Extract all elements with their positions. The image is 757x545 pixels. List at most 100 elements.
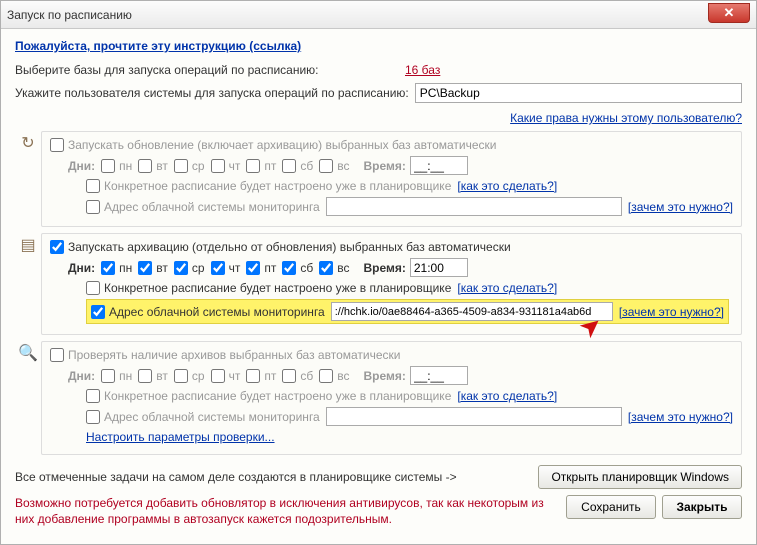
update-day-mon[interactable] (101, 159, 115, 173)
user-rights-link[interactable]: Какие права нужны этому пользователю? (510, 111, 742, 125)
archive-concrete-label: Конкретное расписание будет настроено уж… (104, 281, 451, 295)
update-day-tue[interactable] (138, 159, 152, 173)
check-concrete-checkbox[interactable] (86, 389, 100, 403)
archive-time-input[interactable] (410, 258, 468, 277)
check-day-tue[interactable] (138, 369, 152, 383)
scheduler-window: Запуск по расписанию ✕ Пожалуйста, прочт… (0, 0, 757, 545)
update-monitoring-row: Адрес облачной системы мониторинга [заче… (50, 197, 733, 216)
check-title: Проверять наличие архивов выбранных баз … (68, 348, 400, 362)
archive-monitoring-checkbox[interactable] (91, 305, 105, 319)
archive-group-body: Запускать архивацию (отдельно от обновле… (41, 233, 742, 335)
bottom-area: Возможно потребуется добавить обновлятор… (15, 495, 742, 527)
update-group-body: Запускать обновление (включает архивацию… (41, 131, 742, 227)
update-day-sun[interactable] (319, 159, 333, 173)
archive-icon: ▤ (15, 233, 41, 335)
archive-day-tue[interactable] (138, 261, 152, 275)
open-scheduler-button[interactable]: Открыть планировщик Windows (538, 465, 742, 489)
archive-enable-row: Запускать архивацию (отдельно от обновле… (50, 240, 733, 254)
check-config-link[interactable]: Настроить параметры проверки... (86, 430, 275, 444)
update-mon-url-input[interactable] (326, 197, 622, 216)
check-monitoring-row: Адрес облачной системы мониторинга [заче… (50, 407, 733, 426)
archive-title: Запускать архивацию (отдельно от обновле… (68, 240, 511, 254)
user-row: Укажите пользователя системы для запуска… (15, 83, 742, 103)
check-config-row: Настроить параметры проверки... (50, 430, 733, 444)
close-icon: ✕ (724, 5, 735, 20)
update-concrete-checkbox[interactable] (86, 179, 100, 193)
check-time-input[interactable] (410, 366, 468, 385)
bases-count-link[interactable]: 16 баз (405, 63, 440, 77)
check-why-link[interactable]: [зачем это нужно?] (628, 410, 733, 424)
check-day-mon[interactable] (101, 369, 115, 383)
check-day-sun[interactable] (319, 369, 333, 383)
check-mon-label: Адрес облачной системы мониторинга (104, 410, 320, 424)
check-day-fri[interactable] (246, 369, 260, 383)
check-group-body: Проверять наличие архивов выбранных баз … (41, 341, 742, 455)
content-area: Пожалуйста, прочтите эту инструкцию (ссы… (1, 29, 756, 544)
update-day-thu[interactable] (211, 159, 225, 173)
archive-day-mon[interactable] (101, 261, 115, 275)
update-group: ↻ Запускать обновление (включает архивац… (15, 131, 742, 227)
archive-days-row: Дни: пн вт ср чт пт сб вс Время: (50, 258, 733, 277)
update-enable-row: Запускать обновление (включает архивацию… (50, 138, 733, 152)
check-concrete-label: Конкретное расписание будет настроено уж… (104, 389, 451, 403)
titlebar: Запуск по расписанию ✕ (1, 1, 756, 29)
update-concrete-label: Конкретное расписание будет настроено уж… (104, 179, 451, 193)
archive-day-thu[interactable] (211, 261, 225, 275)
check-group: 🔍 Проверять наличие архивов выбранных ба… (15, 341, 742, 455)
archive-days-label: Дни: (68, 261, 95, 275)
check-concrete-row: Конкретное расписание будет настроено уж… (50, 389, 733, 403)
save-button[interactable]: Сохранить (566, 495, 656, 519)
update-day-sat[interactable] (282, 159, 296, 173)
archive-day-sun[interactable] (319, 261, 333, 275)
window-title: Запуск по расписанию (7, 8, 132, 22)
check-day-thu[interactable] (211, 369, 225, 383)
dialog-buttons: Сохранить Закрыть (566, 495, 742, 519)
archive-day-sat[interactable] (282, 261, 296, 275)
refresh-icon: ↻ (15, 131, 41, 227)
update-monitoring-checkbox[interactable] (86, 200, 100, 214)
update-how-link[interactable]: [как это сделать?] (457, 179, 557, 193)
select-bases-label: Выберите базы для запуска операций по ра… (15, 63, 405, 77)
check-how-link[interactable]: [как это сделать?] (457, 389, 557, 403)
check-mon-url-input[interactable] (326, 407, 622, 426)
archive-day-wed[interactable] (174, 261, 188, 275)
update-day-wed[interactable] (174, 159, 188, 173)
window-close-button[interactable]: ✕ (708, 3, 750, 23)
footer-note-row: Все отмеченные задачи на самом деле созд… (15, 465, 742, 489)
search-icon: 🔍 (15, 341, 41, 455)
check-day-sat[interactable] (282, 369, 296, 383)
archive-mon-label: Адрес облачной системы мониторинга (109, 305, 325, 319)
archive-enable-checkbox[interactable] (50, 240, 64, 254)
update-enable-checkbox[interactable] (50, 138, 64, 152)
close-button[interactable]: Закрыть (662, 495, 742, 519)
archive-concrete-row: Конкретное расписание будет настроено уж… (50, 281, 733, 295)
archive-concrete-checkbox[interactable] (86, 281, 100, 295)
antivirus-warning: Возможно потребуется добавить обновлятор… (15, 495, 566, 527)
update-mon-label: Адрес облачной системы мониторинга (104, 200, 320, 214)
archive-why-link[interactable]: [зачем это нужно?] (619, 305, 724, 319)
update-why-link[interactable]: [зачем это нужно?] (628, 200, 733, 214)
update-concrete-row: Конкретное расписание будет настроено уж… (50, 179, 733, 193)
user-rights-row: Какие права нужны этому пользователю? (15, 111, 742, 125)
instruction-link[interactable]: Пожалуйста, прочтите эту инструкцию (ссы… (15, 39, 742, 53)
check-monitoring-checkbox[interactable] (86, 410, 100, 424)
update-time-input[interactable] (410, 156, 468, 175)
update-days-row: Дни: пн вт ср чт пт сб вс Время: (50, 156, 733, 175)
archive-how-link[interactable]: [как это сделать?] (457, 281, 557, 295)
select-bases-row: Выберите базы для запуска операций по ра… (15, 63, 742, 77)
archive-day-fri[interactable] (246, 261, 260, 275)
archive-mon-url-input[interactable] (331, 302, 613, 321)
footer-note: Все отмеченные задачи на самом деле созд… (15, 470, 538, 484)
update-title: Запускать обновление (включает архивацию… (68, 138, 496, 152)
user-input[interactable] (415, 83, 742, 103)
check-days-label: Дни: (68, 369, 95, 383)
check-enable-row: Проверять наличие архивов выбранных баз … (50, 348, 733, 362)
check-day-wed[interactable] (174, 369, 188, 383)
archive-group: ▤ Запускать архивацию (отдельно от обнов… (15, 233, 742, 335)
check-enable-checkbox[interactable] (50, 348, 64, 362)
user-label: Укажите пользователя системы для запуска… (15, 86, 409, 100)
update-day-fri[interactable] (246, 159, 260, 173)
archive-monitoring-row: Адрес облачной системы мониторинга [заче… (50, 299, 733, 324)
check-days-row: Дни: пн вт ср чт пт сб вс Время: (50, 366, 733, 385)
update-time-label: Время: (363, 159, 405, 173)
